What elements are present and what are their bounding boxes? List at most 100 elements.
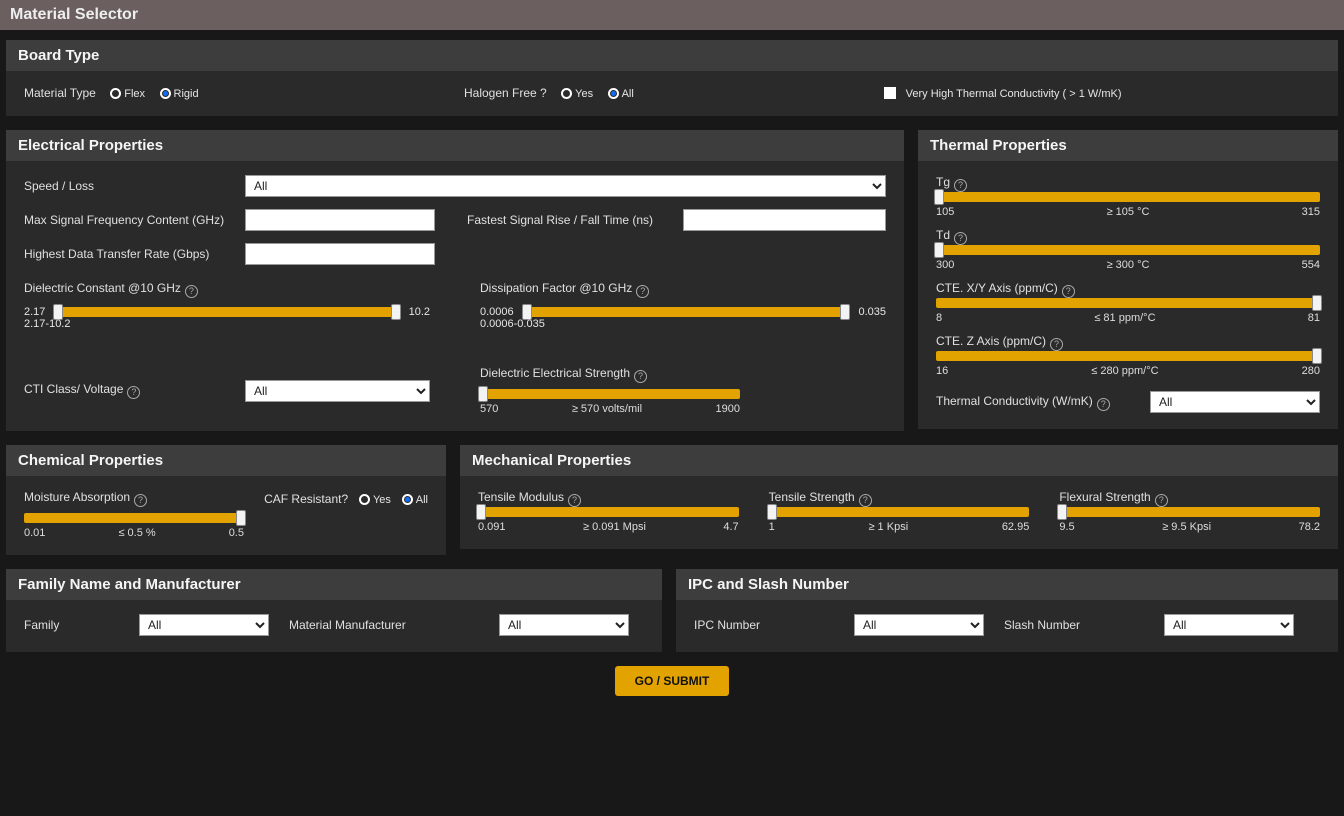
- radio-flex[interactable]: Flex: [110, 85, 145, 100]
- td-mid: ≥ 300 °C: [1107, 259, 1150, 271]
- info-icon[interactable]: [1155, 494, 1168, 507]
- panel-header-family: Family Name and Manufacturer: [6, 569, 662, 600]
- slash-select[interactable]: All: [1164, 614, 1294, 636]
- td-min: 300: [936, 259, 954, 271]
- tg-mid: ≥ 105 °C: [1107, 206, 1150, 218]
- tm-mid: ≥ 0.091 Mpsi: [583, 521, 646, 533]
- info-icon[interactable]: [954, 232, 967, 245]
- ctez-mid: ≤ 280 ppm/°C: [1091, 365, 1158, 377]
- panel-electrical: Electrical Properties Speed / Loss All M…: [6, 130, 904, 431]
- info-icon[interactable]: [568, 494, 581, 507]
- panel-header-board-type: Board Type: [6, 40, 1338, 71]
- speed-loss-label: Speed / Loss: [24, 179, 239, 193]
- tm-max: 4.7: [723, 521, 738, 533]
- ctez-slider[interactable]: [936, 351, 1320, 361]
- ctez-min: 16: [936, 365, 948, 377]
- material-type-label: Material Type: [24, 86, 96, 100]
- panel-header-mechanical: Mechanical Properties: [460, 445, 1338, 476]
- checkbox-thermal-cond[interactable]: [884, 85, 902, 100]
- df-min: 0.0006: [480, 306, 514, 318]
- panel-family: Family Name and Manufacturer Family All …: [6, 569, 662, 652]
- tm-slider[interactable]: [478, 507, 739, 517]
- panel-ipc: IPC and Slash Number IPC Number All Slas…: [676, 569, 1338, 652]
- df-slider[interactable]: [524, 307, 849, 317]
- radio-rigid[interactable]: Rigid: [160, 85, 199, 100]
- ctexy-max: 81: [1308, 312, 1320, 324]
- df-label: Dissipation Factor @10 GHz: [480, 281, 886, 298]
- info-icon[interactable]: [185, 285, 198, 298]
- ipc-select[interactable]: All: [854, 614, 984, 636]
- fs-max: 78.2: [1299, 521, 1320, 533]
- ts-slider[interactable]: [769, 507, 1030, 517]
- moist-mid: ≤ 0.5 %: [118, 527, 155, 539]
- tg-max: 315: [1302, 206, 1320, 218]
- radio-halogen-all[interactable]: All: [608, 85, 634, 100]
- panel-chemical: Chemical Properties Moisture Absorption …: [6, 445, 446, 555]
- caf-label: CAF Resistant?: [264, 492, 348, 506]
- panel-mechanical: Mechanical Properties Tensile Modulus 0.…: [460, 445, 1338, 549]
- radio-halogen-yes[interactable]: Yes: [561, 85, 593, 100]
- info-icon[interactable]: [127, 386, 140, 399]
- info-icon[interactable]: [634, 370, 647, 383]
- thermal-check-label: Very High Thermal Conductivity ( > 1 W/m…: [906, 88, 1122, 100]
- halogen-label: Halogen Free ?: [464, 86, 547, 100]
- dk-label: Dielectric Constant @10 GHz: [24, 281, 430, 298]
- dk-max: 10.2: [409, 306, 430, 318]
- family-select[interactable]: All: [139, 614, 269, 636]
- ipc-label: IPC Number: [694, 618, 834, 632]
- ctexy-label: CTE. X/Y Axis (ppm/C): [936, 281, 1320, 298]
- panel-header-ipc: IPC and Slash Number: [676, 569, 1338, 600]
- family-label: Family: [24, 618, 119, 632]
- dk-slider[interactable]: [55, 307, 398, 317]
- tm-label: Tensile Modulus: [478, 490, 739, 507]
- tg-slider[interactable]: [936, 192, 1320, 202]
- ts-mid: ≥ 1 Kpsi: [868, 521, 908, 533]
- radio-caf-yes[interactable]: Yes: [359, 491, 391, 506]
- ctez-max: 280: [1302, 365, 1320, 377]
- panel-board-type: Board Type Material Type Flex Rigid Halo…: [6, 40, 1338, 116]
- cti-select[interactable]: All: [245, 380, 430, 402]
- moist-label: Moisture Absorption: [24, 490, 147, 507]
- info-icon[interactable]: [859, 494, 872, 507]
- info-icon[interactable]: [954, 179, 967, 192]
- td-max: 554: [1302, 259, 1320, 271]
- panel-header-electrical: Electrical Properties: [6, 130, 904, 161]
- panel-thermal: Thermal Properties Tg 105≥ 105 °C315 Td …: [918, 130, 1338, 429]
- des-mid: ≥ 570 volts/mil: [572, 403, 642, 415]
- highest-label: Highest Data Transfer Rate (Gbps): [24, 247, 239, 261]
- manu-select[interactable]: All: [499, 614, 629, 636]
- panel-header-thermal: Thermal Properties: [918, 130, 1338, 161]
- fastest-label: Fastest Signal Rise / Fall Time (ns): [467, 213, 677, 227]
- panel-header-chemical: Chemical Properties: [6, 445, 446, 476]
- ctexy-slider[interactable]: [936, 298, 1320, 308]
- info-icon[interactable]: [1097, 398, 1110, 411]
- manu-label: Material Manufacturer: [289, 618, 479, 632]
- td-slider[interactable]: [936, 245, 1320, 255]
- fastest-input[interactable]: [683, 209, 886, 231]
- moist-min: 0.01: [24, 527, 45, 539]
- tc-label: Thermal Conductivity (W/mK): [936, 394, 1144, 411]
- moist-slider[interactable]: [24, 513, 244, 523]
- info-icon[interactable]: [134, 494, 147, 507]
- ts-max: 62.95: [1002, 521, 1030, 533]
- info-icon[interactable]: [636, 285, 649, 298]
- tc-select[interactable]: All: [1150, 391, 1320, 413]
- td-label: Td: [936, 228, 1320, 245]
- radio-caf-all[interactable]: All: [402, 491, 428, 506]
- fs-slider[interactable]: [1059, 507, 1320, 517]
- max-sig-input[interactable]: [245, 209, 435, 231]
- dk-range: 2.17-10.2: [24, 318, 430, 330]
- highest-input[interactable]: [245, 243, 435, 265]
- ctexy-mid: ≤ 81 ppm/°C: [1094, 312, 1155, 324]
- go-submit-button[interactable]: GO / SUBMIT: [615, 666, 730, 696]
- df-max: 0.035: [858, 306, 886, 318]
- moist-max: 0.5: [229, 527, 244, 539]
- ts-min: 1: [769, 521, 775, 533]
- info-icon[interactable]: [1050, 338, 1063, 351]
- des-slider[interactable]: [480, 389, 740, 399]
- des-max: 1900: [716, 403, 740, 415]
- ts-label: Tensile Strength: [769, 490, 1030, 507]
- des-min: 570: [480, 403, 498, 415]
- speed-loss-select[interactable]: All: [245, 175, 886, 197]
- info-icon[interactable]: [1062, 285, 1075, 298]
